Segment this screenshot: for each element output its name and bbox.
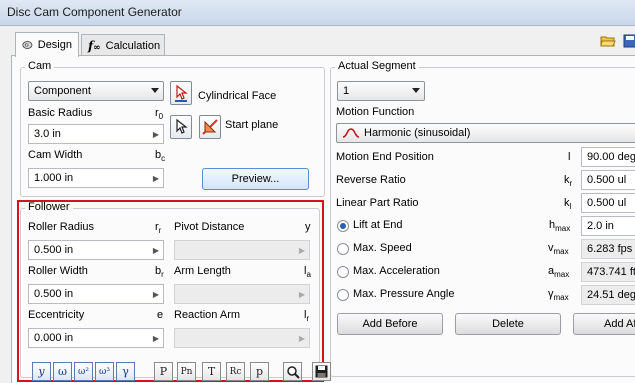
reverse-ratio-field[interactable]: 0.500 ul: [581, 170, 635, 190]
start-plane-flip-button[interactable]: [199, 115, 221, 139]
motion-end-symbol: l: [568, 151, 571, 163]
motion-function-label: Motion Function: [336, 106, 415, 118]
chevron-down-icon: [412, 88, 420, 93]
motion-end-field[interactable]: 90.00 deg: [581, 147, 635, 167]
reverse-ratio-symbol: kr: [564, 174, 573, 189]
tab-design-label: Design: [37, 39, 72, 51]
force-graph-icon[interactable]: P: [154, 362, 173, 381]
add-before-label: Add Before: [362, 318, 418, 330]
start-plane-select-button[interactable]: [170, 115, 192, 139]
max-pressure-angle-radio[interactable]: [337, 289, 349, 301]
max-pressure-angle-label: Max. Pressure Angle: [353, 288, 455, 300]
tab-strip: Design f∞ Calculation: [0, 26, 635, 57]
max-acceleration-value: 473.741 ft: [587, 266, 635, 278]
window-title: Disc Cam Component Generator: [7, 5, 182, 19]
max-acceleration-label: Max. Acceleration: [353, 265, 440, 277]
lift-at-end-radio[interactable]: [337, 220, 349, 232]
linear-part-label: Linear Part Ratio: [336, 197, 419, 209]
preview-button-label: Preview...: [231, 173, 280, 185]
max-acceleration-field[interactable]: 473.741 ft: [581, 262, 635, 282]
reverse-ratio-label: Reverse Ratio: [336, 174, 406, 186]
displacement-graph-icon[interactable]: y: [32, 362, 51, 381]
torque-graph-icon[interactable]: T: [202, 362, 221, 381]
arrow-right-icon[interactable]: ▶: [149, 125, 163, 143]
add-before-button[interactable]: Add Before: [337, 313, 443, 335]
max-speed-field[interactable]: 6.283 fps: [581, 239, 635, 259]
arrow-right-icon[interactable]: ▶: [149, 169, 163, 187]
basic-radius-label: Basic Radius: [28, 107, 93, 119]
cam-type-dropdown[interactable]: Component: [28, 81, 164, 101]
lift-symbol: hmax: [549, 219, 571, 234]
tab-design[interactable]: Design: [15, 32, 79, 57]
linear-part-symbol: kl: [564, 197, 572, 212]
tab-calculation[interactable]: f∞ Calculation: [81, 34, 165, 56]
add-after-label: Add Af: [604, 318, 635, 330]
max-pressure-angle-value: 24.51 deg: [587, 289, 635, 301]
cam-type-value: Component: [34, 85, 91, 97]
zoom-icon[interactable]: [283, 362, 302, 381]
start-plane-label: Start plane: [225, 119, 279, 131]
tab-calculation-label: Calculation: [105, 39, 161, 52]
segment-dropdown[interactable]: 1: [337, 81, 425, 101]
basic-radius-value: 3.0 in: [34, 128, 61, 140]
cam-width-label: Cam Width: [28, 149, 83, 161]
chevron-down-icon: [151, 88, 159, 93]
linear-part-field[interactable]: 0.500 ul: [581, 193, 635, 213]
max-speed-value: 6.283 fps: [587, 243, 633, 255]
select-arrow-icon: [175, 84, 188, 102]
cam-width-value: 1.000 in: [34, 172, 74, 184]
actual-segment-group-title: Actual Segment: [335, 60, 419, 72]
title-bar: Disc Cam Component Generator: [0, 0, 635, 26]
preview-button[interactable]: Preview...: [202, 168, 309, 190]
reverse-ratio-value: 0.500 ul: [587, 174, 627, 186]
cam-width-field[interactable]: 1.000 in ▶: [28, 168, 164, 188]
linear-part-value: 0.500 ul: [587, 197, 627, 209]
harmonic-curve-icon: [342, 128, 360, 138]
save-file-icon[interactable]: [623, 34, 635, 48]
cylindrical-face-label: Cylindrical Face: [198, 90, 277, 102]
motion-function-value: Harmonic (sinusoidal): [364, 127, 471, 139]
delete-label: Delete: [492, 318, 524, 330]
motion-function-dropdown[interactable]: Harmonic (sinusoidal): [336, 123, 635, 143]
flip-plane-icon: [202, 119, 218, 135]
function-icon: f∞: [88, 38, 101, 53]
max-speed-radio[interactable]: [337, 243, 349, 255]
max-speed-label: Max. Speed: [353, 242, 412, 254]
basic-radius-field[interactable]: 3.0 in ▶: [28, 124, 164, 144]
max-acceleration-radio[interactable]: [337, 266, 349, 278]
max-acceleration-symbol: amax: [548, 265, 570, 280]
motion-end-value: 90.00 deg: [587, 151, 635, 163]
delete-button[interactable]: Delete: [455, 313, 561, 335]
basic-radius-symbol: r0: [155, 107, 164, 122]
lift-field[interactable]: 2.0 in: [581, 216, 635, 236]
cam-width-symbol: bc: [155, 149, 166, 164]
lift-at-end-label: Lift at End: [353, 219, 403, 231]
max-speed-symbol: vmax: [548, 242, 569, 257]
acceleration-graph-icon[interactable]: ω²: [74, 362, 93, 381]
velocity-graph-icon[interactable]: ω: [53, 362, 72, 381]
cam-group-title: Cam: [25, 60, 55, 72]
normal-force-graph-icon[interactable]: Pn: [177, 362, 196, 381]
jerk-graph-icon[interactable]: ω³: [95, 362, 114, 381]
follower-highlight-frame: [17, 200, 324, 382]
save-icon[interactable]: [312, 362, 331, 381]
cam-disc-icon: [22, 41, 33, 49]
max-pressure-angle-symbol: γmax: [548, 288, 569, 303]
open-folder-icon[interactable]: [600, 34, 616, 48]
max-pressure-angle-field[interactable]: 24.51 deg: [581, 285, 635, 305]
motion-end-label: Motion End Position: [336, 151, 434, 163]
add-after-button[interactable]: Add Af: [573, 313, 635, 335]
pressure-graph-icon[interactable]: p: [250, 362, 269, 381]
pressure-angle-graph-icon[interactable]: γ: [116, 362, 135, 381]
cylindrical-face-select-button[interactable]: [170, 81, 192, 105]
select-arrow-icon: [176, 118, 188, 134]
lift-value: 2.0 in: [587, 220, 614, 232]
curvature-graph-icon[interactable]: Rc: [226, 362, 245, 381]
segment-value: 1: [343, 85, 350, 97]
